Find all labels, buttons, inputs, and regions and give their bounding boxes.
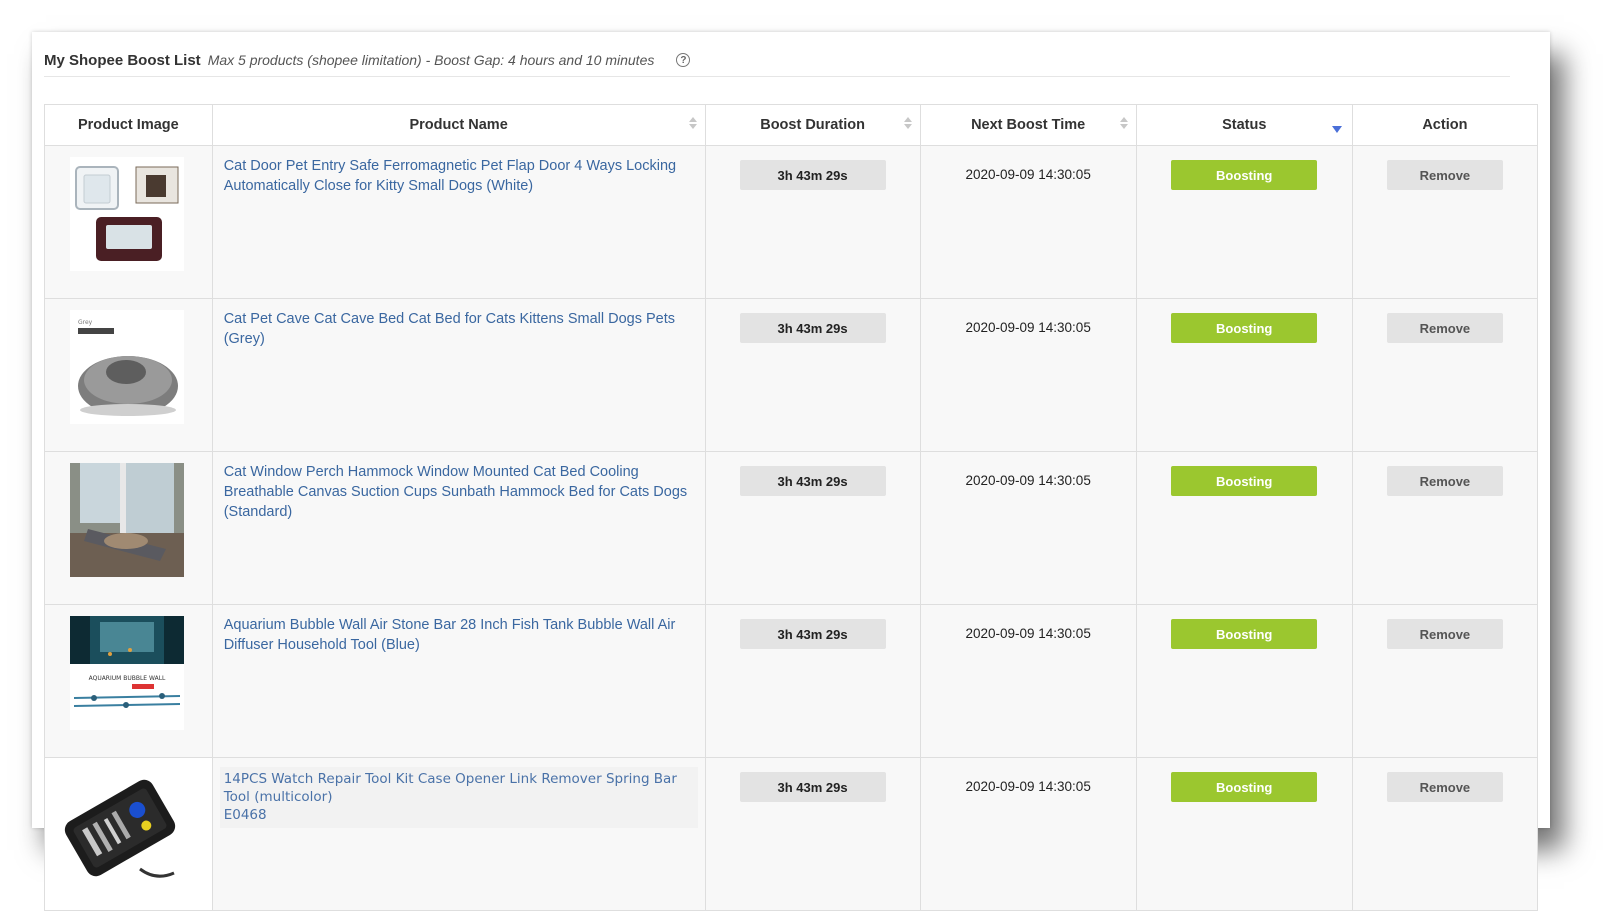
status-cell: Boosting <box>1135 604 1353 758</box>
image-caption: AQUARIUM BUBBLE WALL <box>89 675 166 682</box>
boost-list-panel: My Shopee Boost List Max 5 products (sho… <box>32 32 1550 911</box>
product-name-link[interactable]: Aquarium Bubble Wall Air Stone Bar 28 In… <box>214 606 704 655</box>
product-name-cell: 14PCS Watch Repair Tool Kit Case Opener … <box>211 757 706 911</box>
sort-icon[interactable] <box>688 117 697 133</box>
action-cell: Remove <box>1351 604 1539 758</box>
column-header-product-name[interactable]: Product Name <box>211 104 706 146</box>
status-badge: Boosting <box>1171 466 1318 496</box>
table-row: Cat Window Perch Hammock Window Mounted … <box>44 451 1539 605</box>
next-boost-time: 2020-09-09 14:30:05 <box>919 145 1137 299</box>
action-cell: Remove <box>1351 145 1539 299</box>
status-cell: Boosting <box>1135 757 1353 911</box>
status-cell: Boosting <box>1135 298 1353 452</box>
cat-door-image[interactable] <box>70 157 184 271</box>
boost-duration-badge: 3h 43m 29s <box>739 160 886 190</box>
status-cell: Boosting <box>1135 145 1353 299</box>
action-cell: Remove <box>1351 451 1539 605</box>
sort-icon[interactable] <box>903 117 912 133</box>
boost-duration-cell: 3h 43m 29s <box>704 604 921 758</box>
product-sku: E0468 <box>223 807 267 823</box>
column-header-next-boost-time[interactable]: Next Boost Time <box>919 104 1137 146</box>
status-badge: Boosting <box>1171 313 1318 343</box>
product-name-link[interactable]: Cat Pet Cave Cat Cave Bed Cat Bed for Ca… <box>214 300 704 349</box>
column-header-action: Action <box>1351 104 1539 146</box>
action-cell: Remove <box>1351 757 1539 911</box>
product-name-text: 14PCS Watch Repair Tool Kit Case Opener … <box>223 771 677 805</box>
product-image-cell <box>44 145 213 299</box>
boost-limit-note: Max 5 products (shopee limitation) - Boo… <box>207 52 655 68</box>
table-row: 14PCS Watch Repair Tool Kit Case Opener … <box>44 757 1539 911</box>
product-image-cell: Grey <box>44 298 213 452</box>
sort-descending-icon[interactable] <box>1331 126 1342 133</box>
boost-duration-cell: 3h 43m 29s <box>704 757 921 911</box>
product-image-cell <box>44 757 213 911</box>
remove-button[interactable]: Remove <box>1386 466 1503 496</box>
cat-cave-bed-image[interactable]: Grey <box>70 310 184 424</box>
product-name-link[interactable]: 14PCS Watch Repair Tool Kit Case Opener … <box>219 767 698 828</box>
page-title: My Shopee Boost List <box>44 51 201 69</box>
status-badge: Boosting <box>1171 160 1318 190</box>
status-badge: Boosting <box>1171 619 1318 649</box>
product-name-link[interactable]: Cat Door Pet Entry Safe Ferromagnetic Pe… <box>214 147 704 196</box>
remove-button[interactable]: Remove <box>1386 772 1503 802</box>
boost-duration-badge: 3h 43m 29s <box>739 619 886 649</box>
image-caption: Grey <box>78 319 93 326</box>
column-header-status[interactable]: Status <box>1135 104 1353 146</box>
product-image-cell <box>44 451 213 605</box>
column-header-product-image: Product Image <box>44 104 213 146</box>
table-row: Cat Door Pet Entry Safe Ferromagnetic Pe… <box>44 145 1539 299</box>
status-cell: Boosting <box>1135 451 1353 605</box>
sort-icon[interactable] <box>1119 117 1128 133</box>
next-boost-time: 2020-09-09 14:30:05 <box>919 451 1137 605</box>
boost-duration-cell: 3h 43m 29s <box>704 451 921 605</box>
product-name-cell: Aquarium Bubble Wall Air Stone Bar 28 In… <box>211 604 706 758</box>
product-name-cell: Cat Window Perch Hammock Window Mounted … <box>211 451 706 605</box>
boost-duration-badge: 3h 43m 29s <box>739 313 886 343</box>
boost-table: Product Image Product Name Boost Duratio… <box>44 104 1539 911</box>
next-boost-time: 2020-09-09 14:30:05 <box>919 298 1137 452</box>
product-image-cell: AQUARIUM BUBBLE WALL <box>44 604 213 758</box>
panel-header: My Shopee Boost List Max 5 products (sho… <box>44 44 1510 77</box>
column-header-boost-duration[interactable]: Boost Duration <box>704 104 921 146</box>
boost-duration-badge: 3h 43m 29s <box>739 466 886 496</box>
help-icon[interactable]: ? <box>676 53 691 67</box>
boost-duration-cell: 3h 43m 29s <box>704 298 921 452</box>
next-boost-time: 2020-09-09 14:30:05 <box>919 604 1137 758</box>
boost-duration-badge: 3h 43m 29s <box>739 772 886 802</box>
remove-button[interactable]: Remove <box>1386 313 1503 343</box>
action-cell: Remove <box>1351 298 1539 452</box>
remove-button[interactable]: Remove <box>1386 619 1503 649</box>
boost-duration-cell: 3h 43m 29s <box>704 145 921 299</box>
table-row: Grey Cat Pet Cave Cat Cave Bed Cat Bed f… <box>44 298 1539 452</box>
product-name-link[interactable]: Cat Window Perch Hammock Window Mounted … <box>214 453 704 522</box>
window-perch-hammock-image[interactable] <box>70 463 184 577</box>
product-name-cell: Cat Pet Cave Cat Cave Bed Cat Bed for Ca… <box>211 298 706 452</box>
status-badge: Boosting <box>1171 772 1318 802</box>
table-header-row: Product Image Product Name Boost Duratio… <box>44 104 1539 146</box>
next-boost-time: 2020-09-09 14:30:05 <box>919 757 1137 911</box>
remove-button[interactable]: Remove <box>1386 160 1503 190</box>
watch-repair-kit-image[interactable] <box>56 769 184 887</box>
aquarium-bubble-wall-image[interactable]: AQUARIUM BUBBLE WALL <box>70 616 184 730</box>
product-name-cell: Cat Door Pet Entry Safe Ferromagnetic Pe… <box>211 145 706 299</box>
table-row: AQUARIUM BUBBLE WALL Aquarium Bubble Wal… <box>44 604 1539 758</box>
